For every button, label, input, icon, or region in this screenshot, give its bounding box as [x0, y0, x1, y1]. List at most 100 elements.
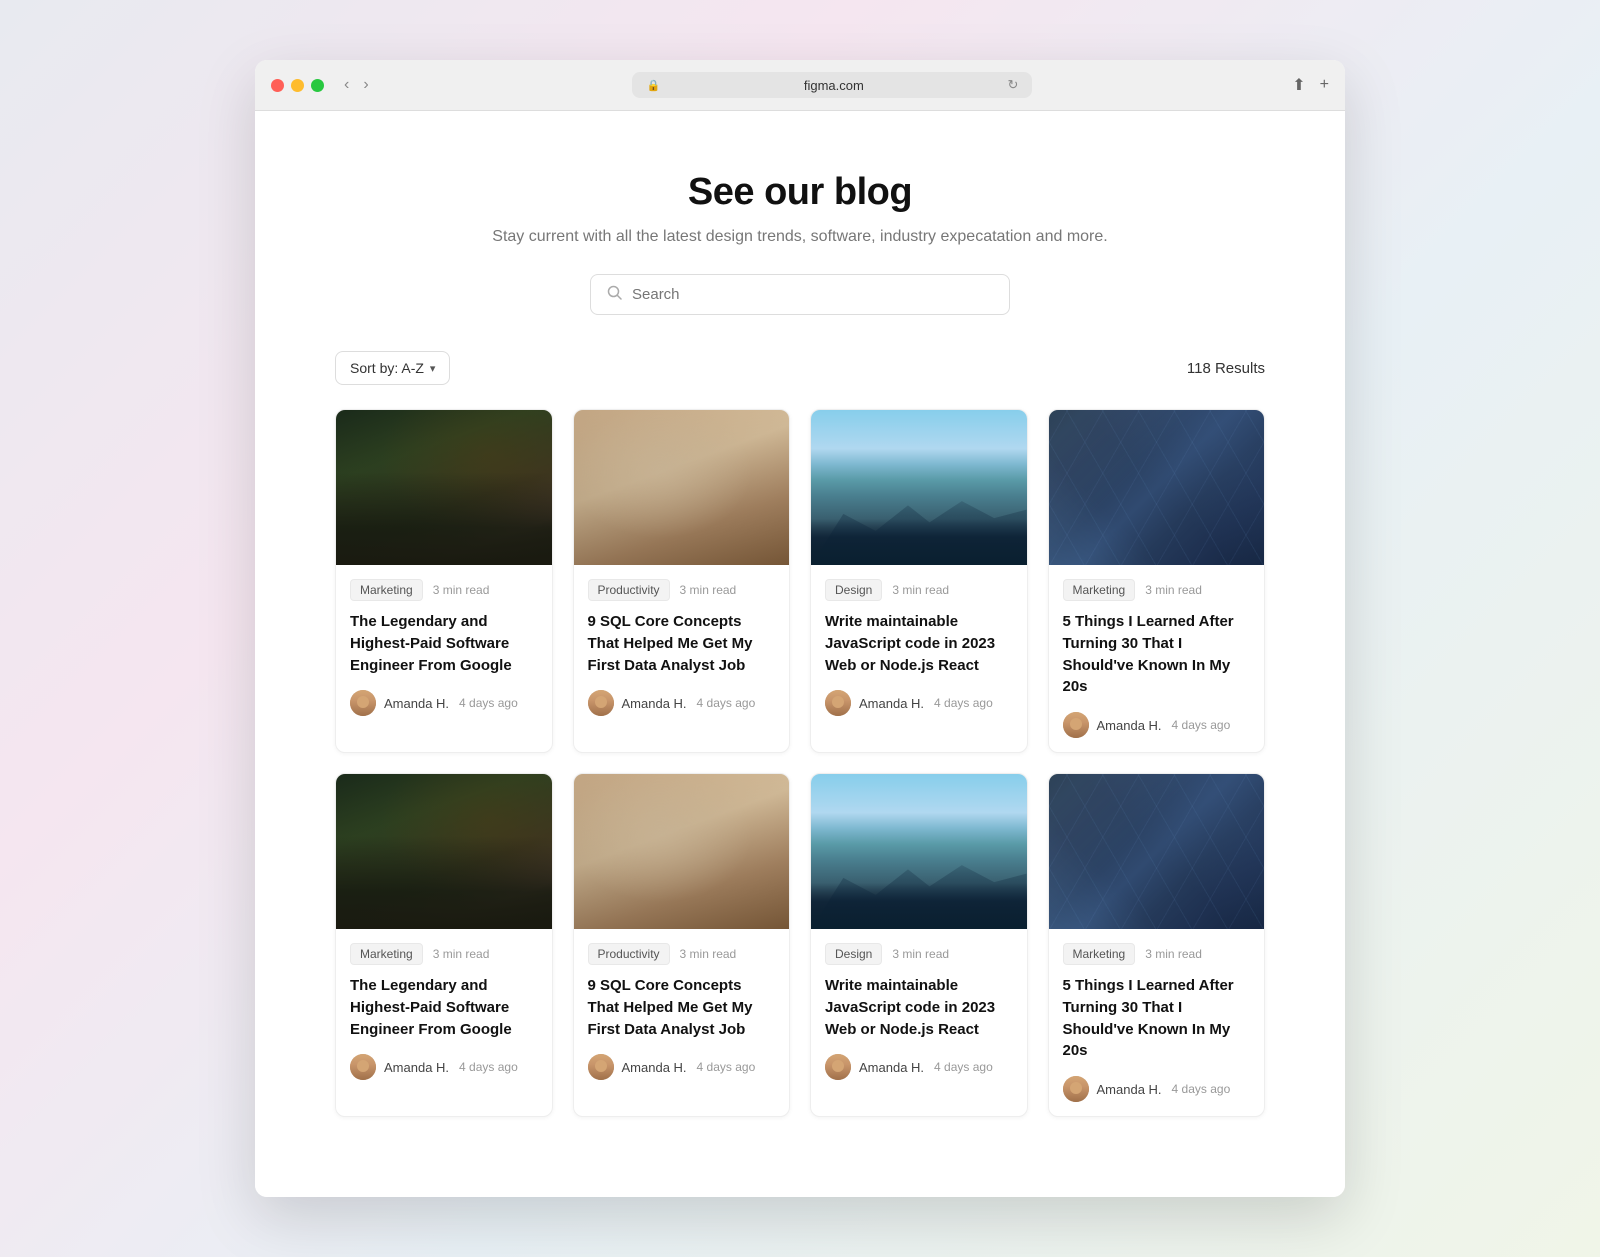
read-time: 3 min read [433, 583, 490, 597]
author-time: 4 days ago [1172, 1082, 1231, 1096]
blog-card-5[interactable]: Productivity 3 min read 9 SQL Core Conce… [573, 773, 791, 1117]
share-button[interactable]: ⬆ [1292, 75, 1305, 95]
refresh-button[interactable]: ↻ [1008, 77, 1019, 93]
card-author: Amanda H. 4 days ago [350, 1054, 538, 1080]
maximize-traffic-light[interactable] [311, 79, 324, 92]
author-name: Amanda H. [859, 696, 924, 711]
blog-grid-row-2: Marketing 3 min read The Legendary and H… [335, 773, 1265, 1117]
card-body: Marketing 3 min read 5 Things I Learned … [1049, 929, 1265, 1116]
article-title: Write maintainable JavaScript code in 20… [825, 975, 1013, 1040]
author-name: Amanda H. [1097, 1082, 1162, 1097]
author-time: 4 days ago [697, 696, 756, 710]
avatar [1063, 1076, 1089, 1102]
author-time: 4 days ago [934, 696, 993, 710]
article-title: Write maintainable JavaScript code in 20… [825, 611, 1013, 676]
author-name: Amanda H. [384, 696, 449, 711]
article-title: The Legendary and Highest-Paid Software … [350, 611, 538, 676]
card-meta: Design 3 min read [825, 579, 1013, 601]
card-image [1049, 410, 1265, 565]
article-title: 5 Things I Learned After Turning 30 That… [1063, 611, 1251, 698]
blog-card-0[interactable]: Marketing 3 min read The Legendary and H… [335, 409, 553, 753]
forward-button[interactable]: › [359, 74, 372, 96]
card-author: Amanda H. 4 days ago [350, 690, 538, 716]
article-tag: Marketing [1063, 579, 1136, 601]
traffic-lights [271, 79, 324, 92]
read-time: 3 min read [892, 583, 949, 597]
card-image [811, 774, 1027, 929]
blog-card-1[interactable]: Productivity 3 min read 9 SQL Core Conce… [573, 409, 791, 753]
toolbar: Sort by: A-Z ▾ 118 Results [335, 351, 1265, 385]
avatar [350, 690, 376, 716]
search-bar[interactable] [590, 274, 1010, 315]
blog-card-3[interactable]: Marketing 3 min read 5 Things I Learned … [1048, 409, 1266, 753]
card-body: Marketing 3 min read 5 Things I Learned … [1049, 565, 1265, 752]
card-body: Marketing 3 min read The Legendary and H… [336, 929, 552, 1094]
card-author: Amanda H. 4 days ago [1063, 1076, 1251, 1102]
blog-card-7[interactable]: Marketing 3 min read 5 Things I Learned … [1048, 773, 1266, 1117]
card-body: Productivity 3 min read 9 SQL Core Conce… [574, 929, 790, 1094]
card-author: Amanda H. 4 days ago [1063, 712, 1251, 738]
author-time: 4 days ago [934, 1060, 993, 1074]
blog-card-6[interactable]: Design 3 min read Write maintainable Jav… [810, 773, 1028, 1117]
browser-chrome: ‹ › 🔒 figma.com ↻ ⬆ + [255, 60, 1345, 111]
new-tab-button[interactable]: + [1320, 76, 1329, 94]
blog-card-4[interactable]: Marketing 3 min read The Legendary and H… [335, 773, 553, 1117]
author-name: Amanda H. [859, 1060, 924, 1075]
card-author: Amanda H. 4 days ago [588, 690, 776, 716]
minimize-traffic-light[interactable] [291, 79, 304, 92]
read-time: 3 min read [1145, 947, 1202, 961]
article-title: 5 Things I Learned After Turning 30 That… [1063, 975, 1251, 1062]
results-count: 118 Results [1187, 360, 1265, 377]
lock-icon: 🔒 [646, 79, 660, 92]
author-time: 4 days ago [1172, 718, 1231, 732]
nav-buttons: ‹ › [340, 74, 373, 96]
author-name: Amanda H. [622, 696, 687, 711]
browser-actions: ⬆ + [1292, 75, 1329, 95]
blog-card-2[interactable]: Design 3 min read Write maintainable Jav… [810, 409, 1028, 753]
address-bar: 🔒 figma.com ↻ [385, 72, 1281, 98]
article-tag: Design [825, 579, 882, 601]
browser-window: ‹ › 🔒 figma.com ↻ ⬆ + See our blog Stay … [255, 60, 1345, 1197]
card-meta: Design 3 min read [825, 943, 1013, 965]
card-meta: Marketing 3 min read [350, 579, 538, 601]
article-tag: Marketing [350, 579, 423, 601]
avatar [1063, 712, 1089, 738]
back-button[interactable]: ‹ [340, 74, 353, 96]
article-tag: Design [825, 943, 882, 965]
author-time: 4 days ago [459, 1060, 518, 1074]
card-image [336, 410, 552, 565]
author-time: 4 days ago [697, 1060, 756, 1074]
page-title: See our blog [335, 171, 1265, 214]
address-bar-inner[interactable]: 🔒 figma.com ↻ [632, 72, 1032, 98]
search-icon [607, 285, 622, 304]
article-title: 9 SQL Core Concepts That Helped Me Get M… [588, 975, 776, 1040]
chevron-down-icon: ▾ [430, 362, 436, 375]
card-author: Amanda H. 4 days ago [588, 1054, 776, 1080]
close-traffic-light[interactable] [271, 79, 284, 92]
card-meta: Productivity 3 min read [588, 943, 776, 965]
card-meta: Productivity 3 min read [588, 579, 776, 601]
article-title: The Legendary and Highest-Paid Software … [350, 975, 538, 1040]
read-time: 3 min read [680, 583, 737, 597]
card-body: Design 3 min read Write maintainable Jav… [811, 929, 1027, 1094]
card-body: Design 3 min read Write maintainable Jav… [811, 565, 1027, 730]
card-meta: Marketing 3 min read [1063, 579, 1251, 601]
card-meta: Marketing 3 min read [1063, 943, 1251, 965]
card-image [574, 774, 790, 929]
card-image [811, 410, 1027, 565]
card-image [336, 774, 552, 929]
avatar [825, 1054, 851, 1080]
sort-dropdown[interactable]: Sort by: A-Z ▾ [335, 351, 450, 385]
read-time: 3 min read [1145, 583, 1202, 597]
read-time: 3 min read [680, 947, 737, 961]
blog-grid-row-1: Marketing 3 min read The Legendary and H… [335, 409, 1265, 753]
avatar [350, 1054, 376, 1080]
card-body: Marketing 3 min read The Legendary and H… [336, 565, 552, 730]
card-author: Amanda H. 4 days ago [825, 690, 1013, 716]
author-name: Amanda H. [384, 1060, 449, 1075]
search-input[interactable] [632, 286, 993, 303]
article-tag: Marketing [1063, 943, 1136, 965]
avatar [588, 690, 614, 716]
author-name: Amanda H. [622, 1060, 687, 1075]
card-image [1049, 774, 1265, 929]
